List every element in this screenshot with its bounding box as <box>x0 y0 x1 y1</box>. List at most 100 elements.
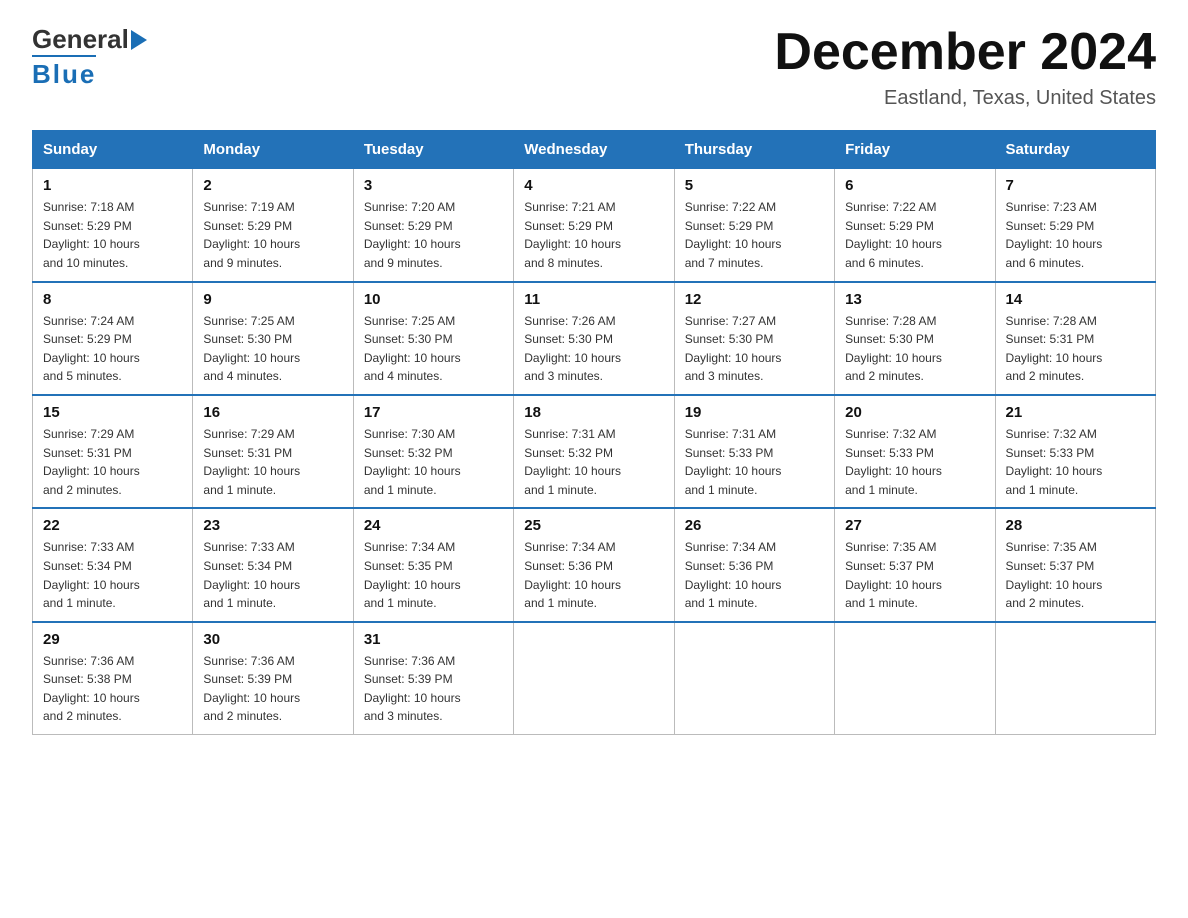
day-number: 5 <box>685 177 824 194</box>
day-number: 2 <box>203 177 342 194</box>
day-info: Sunrise: 7:20 AMSunset: 5:29 PMDaylight:… <box>364 198 503 272</box>
day-info: Sunrise: 7:33 AMSunset: 5:34 PMDaylight:… <box>43 538 182 612</box>
weekday-header-row: Sunday Monday Tuesday Wednesday Thursday… <box>33 131 1156 169</box>
table-cell: 15 Sunrise: 7:29 AMSunset: 5:31 PMDayligh… <box>33 395 193 508</box>
day-info: Sunrise: 7:34 AMSunset: 5:35 PMDaylight:… <box>364 538 503 612</box>
header-thursday: Thursday <box>674 131 834 169</box>
day-info: Sunrise: 7:31 AMSunset: 5:33 PMDaylight:… <box>685 425 824 499</box>
table-cell: 31Sunrise: 7:36 AMSunset: 5:39 PMDayligh… <box>353 622 513 735</box>
header-sunday: Sunday <box>33 131 193 169</box>
day-number: 17 <box>364 404 503 421</box>
day-number: 25 <box>524 517 663 534</box>
day-number: 18 <box>524 404 663 421</box>
table-cell: 10 Sunrise: 7:25 AMSunset: 5:30 PMDayligh… <box>353 282 513 395</box>
day-info: Sunrise: 7:19 AMSunset: 5:29 PMDaylight:… <box>203 198 342 272</box>
day-number: 12 <box>685 291 824 308</box>
day-info: Sunrise: 7:27 AMSunset: 5:30 PMDaylight:… <box>685 312 824 386</box>
day-number: 15 <box>43 404 182 421</box>
day-number: 16 <box>203 404 342 421</box>
day-info: Sunrise: 7:32 AMSunset: 5:33 PMDaylight:… <box>845 425 984 499</box>
header-monday: Monday <box>193 131 353 169</box>
day-info: Sunrise: 7:30 AMSunset: 5:32 PMDaylight:… <box>364 425 503 499</box>
day-info: Sunrise: 7:21 AMSunset: 5:29 PMDaylight:… <box>524 198 663 272</box>
logo-line1: General <box>32 24 149 55</box>
day-number: 26 <box>685 517 824 534</box>
day-info: Sunrise: 7:22 AMSunset: 5:29 PMDaylight:… <box>845 198 984 272</box>
logo-blue-text: Blue <box>32 55 96 90</box>
table-cell: 18 Sunrise: 7:31 AMSunset: 5:32 PMDayligh… <box>514 395 674 508</box>
week-row-4: 22Sunrise: 7:33 AMSunset: 5:34 PMDayligh… <box>33 508 1156 621</box>
logo-arrow-icon <box>131 30 147 50</box>
day-info: Sunrise: 7:18 AMSunset: 5:29 PMDaylight:… <box>43 198 182 272</box>
day-info: Sunrise: 7:28 AMSunset: 5:30 PMDaylight:… <box>845 312 984 386</box>
calendar-table: Sunday Monday Tuesday Wednesday Thursday… <box>32 130 1156 735</box>
table-cell: 27 Sunrise: 7:35 AMSunset: 5:37 PMDayligh… <box>835 508 995 621</box>
week-row-3: 15 Sunrise: 7:29 AMSunset: 5:31 PMDayligh… <box>33 395 1156 508</box>
table-cell: 21Sunrise: 7:32 AMSunset: 5:33 PMDayligh… <box>995 395 1155 508</box>
day-number: 10 <box>364 291 503 308</box>
table-cell <box>995 622 1155 735</box>
table-cell: 30Sunrise: 7:36 AMSunset: 5:39 PMDayligh… <box>193 622 353 735</box>
day-info: Sunrise: 7:31 AMSunset: 5:32 PMDaylight:… <box>524 425 663 499</box>
day-number: 14 <box>1006 291 1145 308</box>
day-info: Sunrise: 7:24 AMSunset: 5:29 PMDaylight:… <box>43 312 182 386</box>
day-number: 19 <box>685 404 824 421</box>
day-info: Sunrise: 7:35 AMSunset: 5:37 PMDaylight:… <box>1006 538 1145 612</box>
table-cell: 8 Sunrise: 7:24 AMSunset: 5:29 PMDaylight… <box>33 282 193 395</box>
table-cell: 3 Sunrise: 7:20 AMSunset: 5:29 PMDaylight… <box>353 169 513 282</box>
table-cell: 2 Sunrise: 7:19 AMSunset: 5:29 PMDaylight… <box>193 169 353 282</box>
logo-general-text: General <box>32 24 129 55</box>
day-info: Sunrise: 7:34 AMSunset: 5:36 PMDaylight:… <box>685 538 824 612</box>
day-info: Sunrise: 7:25 AMSunset: 5:30 PMDaylight:… <box>364 312 503 386</box>
header: General Blue December 2024 Eastland, Tex… <box>32 24 1156 110</box>
day-number: 4 <box>524 177 663 194</box>
header-tuesday: Tuesday <box>353 131 513 169</box>
day-number: 29 <box>43 631 182 648</box>
day-info: Sunrise: 7:23 AMSunset: 5:29 PMDaylight:… <box>1006 198 1145 272</box>
day-number: 3 <box>364 177 503 194</box>
day-info: Sunrise: 7:29 AMSunset: 5:31 PMDaylight:… <box>43 425 182 499</box>
header-friday: Friday <box>835 131 995 169</box>
table-cell: 1Sunrise: 7:18 AMSunset: 5:29 PMDaylight… <box>33 169 193 282</box>
month-year-title: December 2024 <box>774 24 1156 81</box>
day-info: Sunrise: 7:34 AMSunset: 5:36 PMDaylight:… <box>524 538 663 612</box>
day-info: Sunrise: 7:35 AMSunset: 5:37 PMDaylight:… <box>845 538 984 612</box>
table-cell: 6 Sunrise: 7:22 AMSunset: 5:29 PMDaylight… <box>835 169 995 282</box>
day-number: 21 <box>1006 404 1145 421</box>
table-cell: 20 Sunrise: 7:32 AMSunset: 5:33 PMDayligh… <box>835 395 995 508</box>
day-number: 30 <box>203 631 342 648</box>
day-number: 6 <box>845 177 984 194</box>
week-row-1: 1Sunrise: 7:18 AMSunset: 5:29 PMDaylight… <box>33 169 1156 282</box>
table-cell: 25 Sunrise: 7:34 AMSunset: 5:36 PMDayligh… <box>514 508 674 621</box>
day-info: Sunrise: 7:28 AMSunset: 5:31 PMDaylight:… <box>1006 312 1145 386</box>
day-number: 23 <box>203 517 342 534</box>
table-cell: 22Sunrise: 7:33 AMSunset: 5:34 PMDayligh… <box>33 508 193 621</box>
day-number: 8 <box>43 291 182 308</box>
day-info: Sunrise: 7:29 AMSunset: 5:31 PMDaylight:… <box>203 425 342 499</box>
table-cell: 19 Sunrise: 7:31 AMSunset: 5:33 PMDayligh… <box>674 395 834 508</box>
day-number: 24 <box>364 517 503 534</box>
table-cell <box>514 622 674 735</box>
day-number: 20 <box>845 404 984 421</box>
table-cell: 17 Sunrise: 7:30 AMSunset: 5:32 PMDayligh… <box>353 395 513 508</box>
day-number: 13 <box>845 291 984 308</box>
table-cell: 16 Sunrise: 7:29 AMSunset: 5:31 PMDayligh… <box>193 395 353 508</box>
table-cell: 9 Sunrise: 7:25 AMSunset: 5:30 PMDaylight… <box>193 282 353 395</box>
table-cell: 23Sunrise: 7:33 AMSunset: 5:34 PMDayligh… <box>193 508 353 621</box>
header-wednesday: Wednesday <box>514 131 674 169</box>
table-cell: 12 Sunrise: 7:27 AMSunset: 5:30 PMDayligh… <box>674 282 834 395</box>
logo: General Blue <box>32 24 149 90</box>
table-cell: 7 Sunrise: 7:23 AMSunset: 5:29 PMDaylight… <box>995 169 1155 282</box>
day-info: Sunrise: 7:36 AMSunset: 5:38 PMDaylight:… <box>43 652 182 726</box>
table-cell: 14 Sunrise: 7:28 AMSunset: 5:31 PMDayligh… <box>995 282 1155 395</box>
day-number: 11 <box>524 291 663 308</box>
week-row-2: 8 Sunrise: 7:24 AMSunset: 5:29 PMDaylight… <box>33 282 1156 395</box>
day-info: Sunrise: 7:25 AMSunset: 5:30 PMDaylight:… <box>203 312 342 386</box>
table-cell: 11Sunrise: 7:26 AMSunset: 5:30 PMDayligh… <box>514 282 674 395</box>
location-subtitle: Eastland, Texas, United States <box>774 87 1156 110</box>
day-number: 27 <box>845 517 984 534</box>
table-cell: 24 Sunrise: 7:34 AMSunset: 5:35 PMDayligh… <box>353 508 513 621</box>
day-number: 7 <box>1006 177 1145 194</box>
week-row-5: 29 Sunrise: 7:36 AMSunset: 5:38 PMDayligh… <box>33 622 1156 735</box>
day-number: 9 <box>203 291 342 308</box>
